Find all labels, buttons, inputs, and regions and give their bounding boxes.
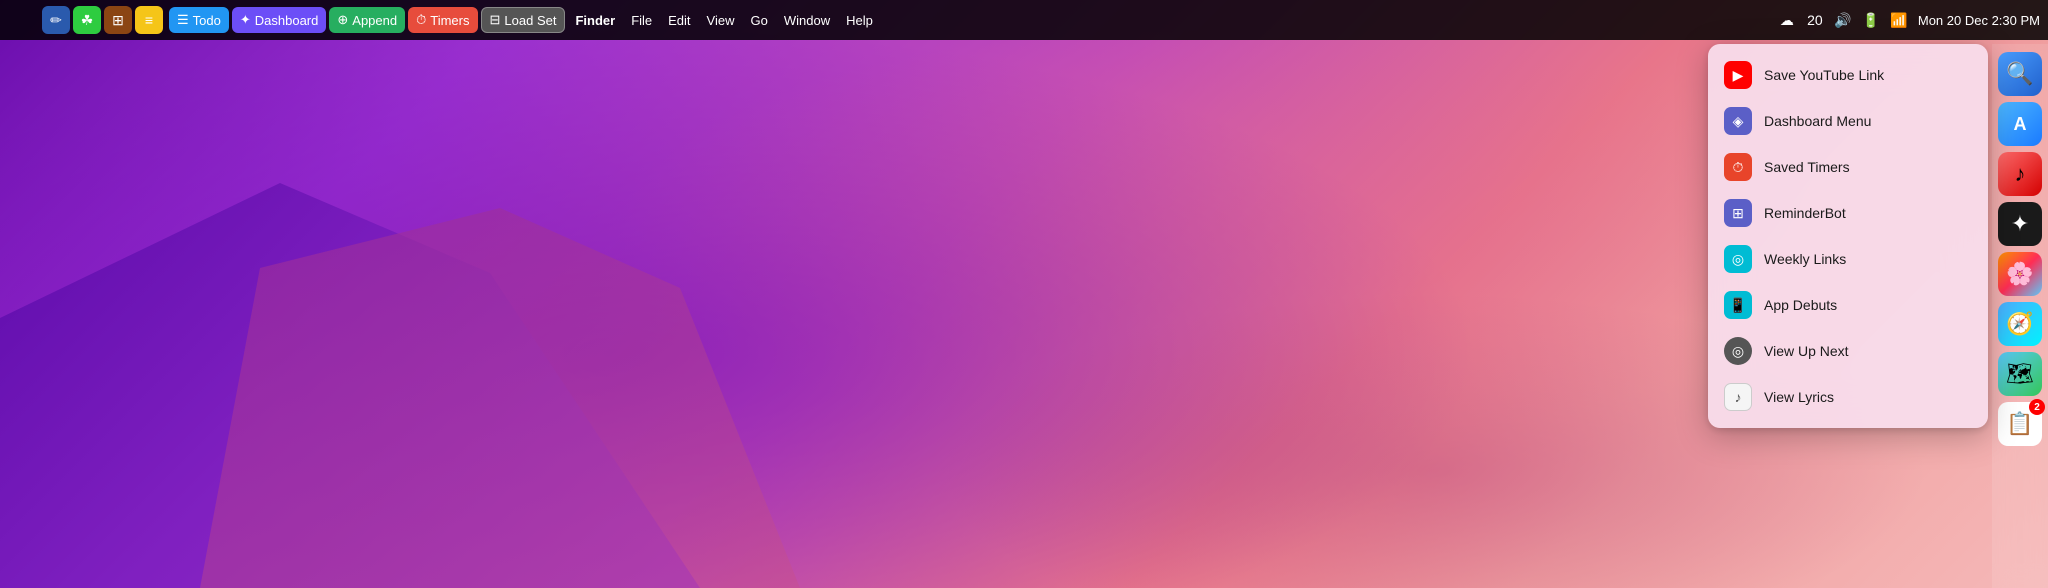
- finder-help-menu[interactable]: Help: [846, 13, 873, 28]
- view-up-next-icon: ◎: [1724, 337, 1752, 365]
- dock-safari[interactable]: 🧭: [1998, 302, 2042, 346]
- reminderbot-label: ReminderBot: [1764, 205, 1846, 221]
- menu-item-weekly-links[interactable]: ◎ Weekly Links: [1708, 236, 1988, 282]
- green-app-icon[interactable]: ☘: [73, 6, 101, 34]
- dock-reminders[interactable]: 📋 2: [1998, 402, 2042, 446]
- lyrics-music-icon: ♪: [1735, 389, 1742, 405]
- dashboard-menu-label: Dashboard Menu: [1764, 113, 1871, 129]
- saved-timers-label: Saved Timers: [1764, 159, 1850, 175]
- pencil-app-icon[interactable]: ✏: [42, 6, 70, 34]
- links-icon: ◎: [1732, 251, 1744, 268]
- bot-icon: ⊞: [1732, 205, 1744, 222]
- menu-item-dashboard-menu[interactable]: ◈ Dashboard Menu: [1708, 98, 1988, 144]
- menubar-finder: Finder File Edit View Go Window Help: [575, 13, 872, 28]
- timers-icon: ⏱: [416, 12, 426, 28]
- todo-icon: ☰: [177, 12, 189, 28]
- loadset-icon: ⊟: [490, 12, 501, 28]
- todo-button[interactable]: ☰ Todo: [169, 7, 229, 33]
- app-debuts-label: App Debuts: [1764, 297, 1837, 313]
- battery-icon[interactable]: 🔋: [1862, 11, 1880, 29]
- view-lyrics-label: View Lyrics: [1764, 389, 1834, 405]
- dock-reminders-icon: 📋: [2006, 411, 2033, 437]
- view-lyrics-icon: ♪: [1724, 383, 1752, 411]
- dock-finder[interactable]: 🔍: [1998, 52, 2042, 96]
- todo-label: Todo: [193, 13, 221, 28]
- dock-photos-icon: 🌸: [2006, 261, 2033, 287]
- save-youtube-link-icon: ▶: [1724, 61, 1752, 89]
- volume-icon[interactable]: 🔊: [1834, 11, 1852, 29]
- dock-appstore[interactable]: A: [1998, 102, 2042, 146]
- menubar-app-icons: ✏ ☘ ⊞ ≡: [42, 6, 163, 34]
- apple-menu[interactable]: [8, 6, 36, 34]
- loadset-button[interactable]: ⊟ Load Set: [481, 7, 566, 33]
- menu-item-save-youtube-link[interactable]: ▶ Save YouTube Link: [1708, 52, 1988, 98]
- append-label: Append: [352, 13, 397, 28]
- dashboard-menu-shape-icon: ◈: [1733, 113, 1744, 130]
- menubar-left: ✏ ☘ ⊞ ≡ ☰ Todo ✦ Dashboard ⊕: [8, 6, 873, 34]
- timers-button[interactable]: ⏱ Timers: [408, 7, 477, 33]
- icloud-icon[interactable]: ☁: [1778, 11, 1796, 29]
- loadset-label: Load Set: [504, 13, 556, 28]
- menu-item-app-debuts[interactable]: 📱 App Debuts: [1708, 282, 1988, 328]
- dock-topnotch[interactable]: ✦: [1998, 202, 2042, 246]
- datetime-display: Mon 20 Dec 2:30 PM: [1918, 13, 2040, 28]
- dock-appstore-icon: A: [2014, 114, 2027, 135]
- yellow-app-icon[interactable]: ≡: [135, 6, 163, 34]
- weekly-links-label: Weekly Links: [1764, 251, 1846, 267]
- dashboard-menu-icon: ◈: [1724, 107, 1752, 135]
- dashboard-icon: ✦: [240, 12, 251, 28]
- grid-icon: ⊞: [112, 12, 124, 29]
- finder-file-menu[interactable]: File: [631, 13, 652, 28]
- menubar-tag-buttons: ☰ Todo ✦ Dashboard ⊕ Append ⏱ Timers ⊟ L…: [169, 7, 565, 33]
- dock-reminders-badge: 2: [2029, 399, 2045, 415]
- dock-maps[interactable]: 🗺: [1998, 352, 2042, 396]
- finder-view-menu[interactable]: View: [707, 13, 735, 28]
- view-up-next-label: View Up Next: [1764, 343, 1849, 359]
- timer-icon: ⏱: [1733, 159, 1744, 176]
- menubar-right: ☁ 20 🔊 🔋 📶 Mon 20 Dec 2:30 PM: [1778, 11, 2040, 29]
- saved-timers-icon: ⏱: [1724, 153, 1752, 181]
- finder-go-menu[interactable]: Go: [751, 13, 768, 28]
- wifi-icon[interactable]: 📶: [1890, 11, 1908, 29]
- pencil-icon: ✏: [50, 12, 62, 29]
- menu-item-view-up-next[interactable]: ◎ View Up Next: [1708, 328, 1988, 374]
- app-debuts-icon: 📱: [1724, 291, 1752, 319]
- menubar: ✏ ☘ ⊞ ≡ ☰ Todo ✦ Dashboard ⊕: [0, 0, 2048, 40]
- append-button[interactable]: ⊕ Append: [329, 7, 405, 33]
- finder-edit-menu[interactable]: Edit: [668, 13, 690, 28]
- dock: 🔍 A ♪ ✦ 🌸 🧭 🗺 📋 2: [1992, 44, 2048, 588]
- brown-app-icon[interactable]: ⊞: [104, 6, 132, 34]
- dashboard-label: Dashboard: [255, 13, 319, 28]
- finder-window-menu[interactable]: Window: [784, 13, 830, 28]
- list-icon: ≡: [145, 12, 153, 28]
- dock-topnotch-icon: ✦: [2011, 211, 2029, 237]
- leaf-icon: ☘: [81, 12, 94, 29]
- save-youtube-link-label: Save YouTube Link: [1764, 67, 1884, 83]
- dock-music[interactable]: ♪: [1998, 152, 2042, 196]
- weekly-links-icon: ◎: [1724, 245, 1752, 273]
- menu-item-reminderbot[interactable]: ⊞ ReminderBot: [1708, 190, 1988, 236]
- append-icon: ⊕: [337, 12, 348, 28]
- dock-maps-icon: 🗺: [2006, 361, 2034, 387]
- dock-finder-icon: 🔍: [2006, 61, 2033, 87]
- dock-music-icon: ♪: [2015, 161, 2026, 187]
- timers-label: Timers: [430, 13, 469, 28]
- reminderbot-icon: ⊞: [1724, 199, 1752, 227]
- phone-icon: 📱: [1729, 297, 1746, 314]
- menu-item-saved-timers[interactable]: ⏱ Saved Timers: [1708, 144, 1988, 190]
- menu-item-view-lyrics[interactable]: ♪ View Lyrics: [1708, 374, 1988, 420]
- dropdown-menu: ▶ Save YouTube Link ◈ Dashboard Menu ⏱ S…: [1708, 44, 1988, 428]
- finder-name: Finder: [575, 13, 615, 28]
- dock-photos[interactable]: 🌸: [1998, 252, 2042, 296]
- calendar-icon[interactable]: 20: [1806, 11, 1824, 29]
- dashboard-button[interactable]: ✦ Dashboard: [232, 7, 327, 33]
- dock-safari-icon: 🧭: [2006, 311, 2033, 337]
- up-next-shape-icon: ◎: [1732, 343, 1744, 360]
- youtube-play-icon: ▶: [1733, 67, 1744, 84]
